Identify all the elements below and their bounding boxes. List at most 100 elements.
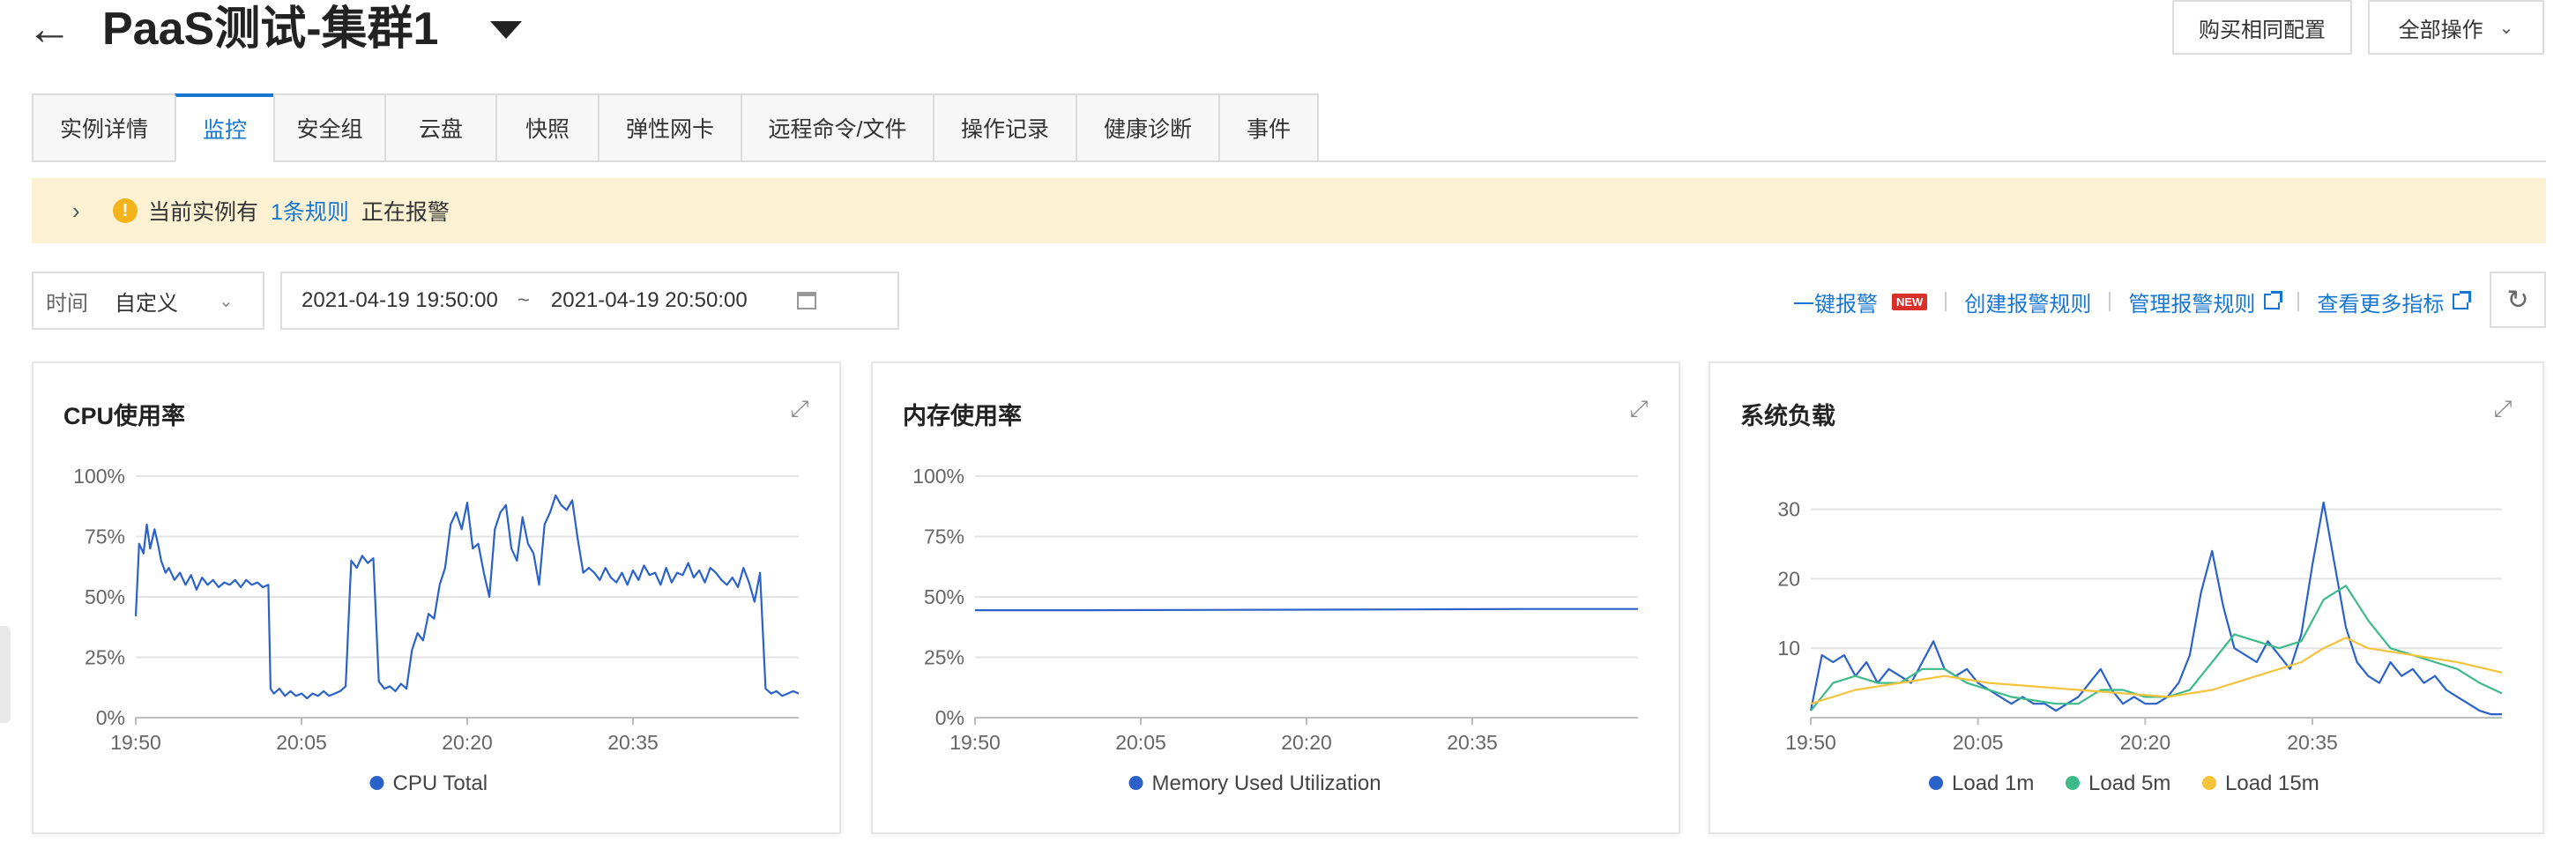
create-rule-label: 创建报警规则 bbox=[1964, 292, 2092, 317]
system-load-chart: 10 20 30 19:50 20:05 20:20 20:35 Load 1m Load 5m… bbox=[1777, 498, 2503, 795]
alert-rule-link[interactable]: 1条规则 bbox=[271, 195, 349, 227]
divider bbox=[2109, 292, 2111, 311]
divider bbox=[2297, 292, 2300, 311]
legend-label: Load 5m bbox=[2088, 771, 2170, 795]
legend-label: CPU Total bbox=[393, 771, 488, 795]
y-tick-label: 0% bbox=[96, 706, 125, 729]
tab-security-group[interactable]: 安全组 bbox=[273, 93, 384, 162]
tab-monitoring[interactable]: 监控 bbox=[175, 93, 273, 162]
alert-banner: › ! 当前实例有 1条规则 正在报警 bbox=[32, 178, 2546, 243]
tab-health-diagnosis[interactable]: 健康诊断 bbox=[1076, 93, 1218, 162]
y-tick-label: 20 bbox=[1777, 567, 1800, 590]
x-tick-label: 20:35 bbox=[607, 731, 659, 754]
y-tick-label: 100% bbox=[73, 465, 125, 488]
page-header: ← PaaS测试-集群1 购买相同配置 全部操作 ⌄ bbox=[0, 0, 2576, 79]
x-tick-label: 19:50 bbox=[110, 731, 161, 754]
time-mode-select[interactable]: 时间 自定义 ⌄ bbox=[32, 272, 264, 330]
tab-elastic-nic[interactable]: 弹性网卡 bbox=[598, 93, 741, 162]
y-tick-label: 50% bbox=[85, 585, 125, 608]
title-dropdown-caret-icon[interactable] bbox=[490, 21, 522, 39]
series-line bbox=[1809, 501, 2502, 716]
tab-label: 事件 bbox=[1246, 117, 1291, 142]
range-start: 2021-04-19 19:50:00 bbox=[302, 288, 498, 312]
range-separator: ~ bbox=[517, 288, 530, 312]
legend-label: Load 1m bbox=[1952, 771, 2034, 795]
memory-usage-card: 内存使用率 ⤢ 0% 25% 50% 75% 100% 19:50 20:05 20:20 20… bbox=[871, 361, 1680, 834]
x-tick-label: 20:35 bbox=[2287, 731, 2338, 754]
tab-remote-command[interactable]: 远程命令/文件 bbox=[741, 93, 933, 162]
chevron-right-icon[interactable]: › bbox=[72, 197, 90, 225]
x-tick-label: 20:05 bbox=[1953, 731, 2004, 754]
time-label: 时间 bbox=[46, 291, 88, 316]
y-tick-label: 30 bbox=[1777, 498, 1800, 521]
manage-rules-label: 管理报警规则 bbox=[2128, 292, 2256, 317]
tab-instance-details[interactable]: 实例详情 bbox=[32, 93, 175, 162]
new-badge: NEW bbox=[1892, 293, 1928, 310]
calendar-icon bbox=[796, 292, 816, 309]
date-range-picker[interactable]: 2021-04-19 19:50:00 ~ 2021-04-19 20:50:0… bbox=[280, 272, 899, 330]
tab-cloud-disk[interactable]: 云盘 bbox=[384, 93, 495, 162]
x-tick-label: 20:20 bbox=[442, 731, 493, 754]
alert-suffix: 正在报警 bbox=[361, 200, 450, 225]
one-click-alarm-label: 一键报警 bbox=[1793, 292, 1878, 317]
alert-prefix: 当前实例有 bbox=[148, 200, 259, 225]
tab-label: 实例详情 bbox=[59, 117, 148, 142]
tab-events[interactable]: 事件 bbox=[1218, 93, 1319, 162]
tab-snapshot[interactable]: 快照 bbox=[495, 93, 598, 162]
time-mode-value: 自定义 bbox=[115, 291, 178, 316]
y-tick-label: 25% bbox=[924, 646, 964, 669]
external-link-icon bbox=[2453, 291, 2472, 309]
legend-marker bbox=[1128, 776, 1143, 790]
tab-label: 弹性网卡 bbox=[625, 117, 714, 142]
chevron-down-icon: ⌄ bbox=[219, 291, 234, 311]
y-tick-label: 25% bbox=[85, 646, 125, 669]
manage-alarm-rules-link[interactable]: 管理报警规则 bbox=[2128, 287, 2283, 317]
y-tick-label: 10 bbox=[1777, 637, 1800, 660]
buy-same-config-label: 购买相同配置 bbox=[2199, 18, 2326, 42]
y-tick-label: 50% bbox=[924, 585, 964, 608]
monitoring-actions: 一键报警 NEW 创建报警规则 管理报警规则 查看更多指标 bbox=[1793, 287, 2472, 317]
tab-label: 云盘 bbox=[418, 117, 463, 142]
refresh-button[interactable]: ↻ bbox=[2490, 272, 2546, 328]
legend-marker bbox=[1929, 776, 1943, 790]
x-tick-label: 19:50 bbox=[1785, 731, 1836, 754]
tab-label: 快照 bbox=[525, 117, 570, 142]
more-metrics-label: 查看更多指标 bbox=[2317, 292, 2445, 317]
tab-label: 监控 bbox=[202, 118, 247, 143]
chevron-down-icon: ⌄ bbox=[2498, 18, 2514, 38]
page-title: PaaS测试-集群1 bbox=[102, 4, 439, 55]
side-collapse-handle[interactable] bbox=[0, 626, 11, 723]
one-click-alarm-link[interactable]: 一键报警 NEW bbox=[1793, 287, 1928, 317]
cpu-usage-chart: 0% 25% 50% 75% 100% 19:50 20:05 20:20 20:35 CPU T… bbox=[73, 465, 800, 795]
all-operations-label: 全部操作 bbox=[2398, 18, 2483, 42]
x-tick-label: 20:20 bbox=[2120, 731, 2171, 754]
x-tick-label: 20:20 bbox=[1281, 731, 1332, 754]
tab-bar: 实例详情 监控 安全组 云盘 快照 弹性网卡 远程命令/文件 操作记录 健康诊断… bbox=[32, 93, 1319, 162]
tab-label: 远程命令/文件 bbox=[768, 117, 907, 142]
y-tick-label: 75% bbox=[924, 525, 964, 548]
buy-same-config-button[interactable]: 购买相同配置 bbox=[2172, 0, 2352, 55]
legend-marker bbox=[2202, 776, 2216, 790]
more-metrics-link[interactable]: 查看更多指标 bbox=[2317, 287, 2472, 317]
legend-marker bbox=[369, 776, 384, 790]
legend-marker bbox=[2066, 776, 2080, 790]
x-tick-label: 19:50 bbox=[949, 731, 1001, 754]
y-tick-label: 100% bbox=[912, 465, 964, 488]
create-alarm-rule-link[interactable]: 创建报警规则 bbox=[1964, 287, 2091, 317]
all-operations-button[interactable]: 全部操作 ⌄ bbox=[2368, 0, 2544, 55]
back-arrow-icon[interactable]: ← bbox=[26, 6, 79, 52]
y-tick-label: 0% bbox=[935, 706, 964, 729]
tab-label: 操作记录 bbox=[960, 117, 1049, 142]
warning-icon: ! bbox=[113, 198, 138, 223]
system-load-card: 系统负载 ⤢ 10 20 30 19:50 20:05 20:20 20:35 Load 1m… bbox=[1709, 361, 2544, 834]
tab-label: 健康诊断 bbox=[1103, 117, 1192, 142]
tab-operation-log[interactable]: 操作记录 bbox=[933, 93, 1076, 162]
refresh-icon: ↻ bbox=[2506, 285, 2529, 315]
x-tick-label: 20:05 bbox=[276, 731, 327, 754]
divider bbox=[1945, 292, 1947, 311]
external-link-icon bbox=[2264, 291, 2283, 309]
series-line bbox=[975, 607, 1638, 612]
legend-label: Load 15m bbox=[2225, 771, 2319, 795]
legend-label: Memory Used Utilization bbox=[1152, 771, 1381, 795]
memory-usage-chart: 0% 25% 50% 75% 100% 19:50 20:05 20:20 20:35 Memor… bbox=[912, 465, 1638, 795]
